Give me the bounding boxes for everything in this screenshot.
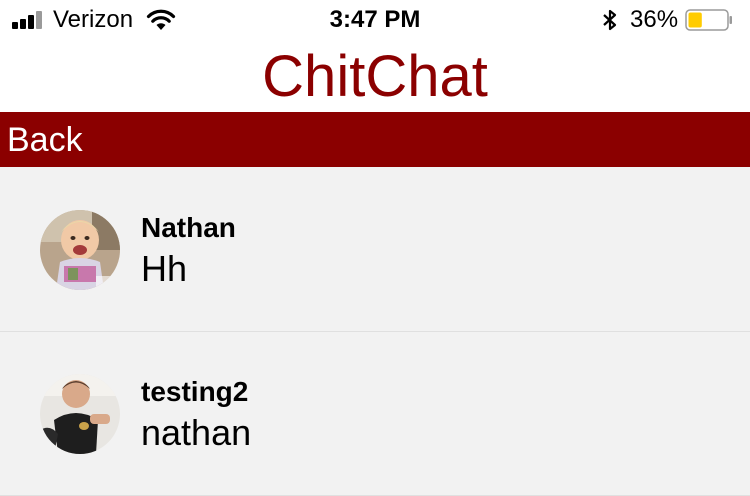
app-title: ChitChat <box>262 44 488 109</box>
battery-icon <box>685 9 732 31</box>
baby-photo-avatar <box>40 210 120 290</box>
list-item[interactable]: testing2 nathan <box>0 331 750 496</box>
list-item[interactable]: Nathan Hh <box>0 167 750 332</box>
contact-name: testing2 <box>141 376 249 407</box>
conversation-list: Nathan Hh testing2 nathan <box>0 167 750 496</box>
last-message: nathan <box>141 412 252 453</box>
bluetooth-icon <box>603 9 617 31</box>
back-button[interactable]: Back <box>7 121 83 159</box>
navigation-bar: Back <box>0 112 750 167</box>
status-bar: Verizon 3:47 PM 36% <box>0 0 750 40</box>
last-message: Hh <box>141 248 188 289</box>
app-header: ChitChat <box>0 40 750 112</box>
battery-percent: 36% <box>630 6 679 33</box>
contact-name: Nathan <box>141 212 236 243</box>
toddler-photo-avatar <box>40 374 120 454</box>
